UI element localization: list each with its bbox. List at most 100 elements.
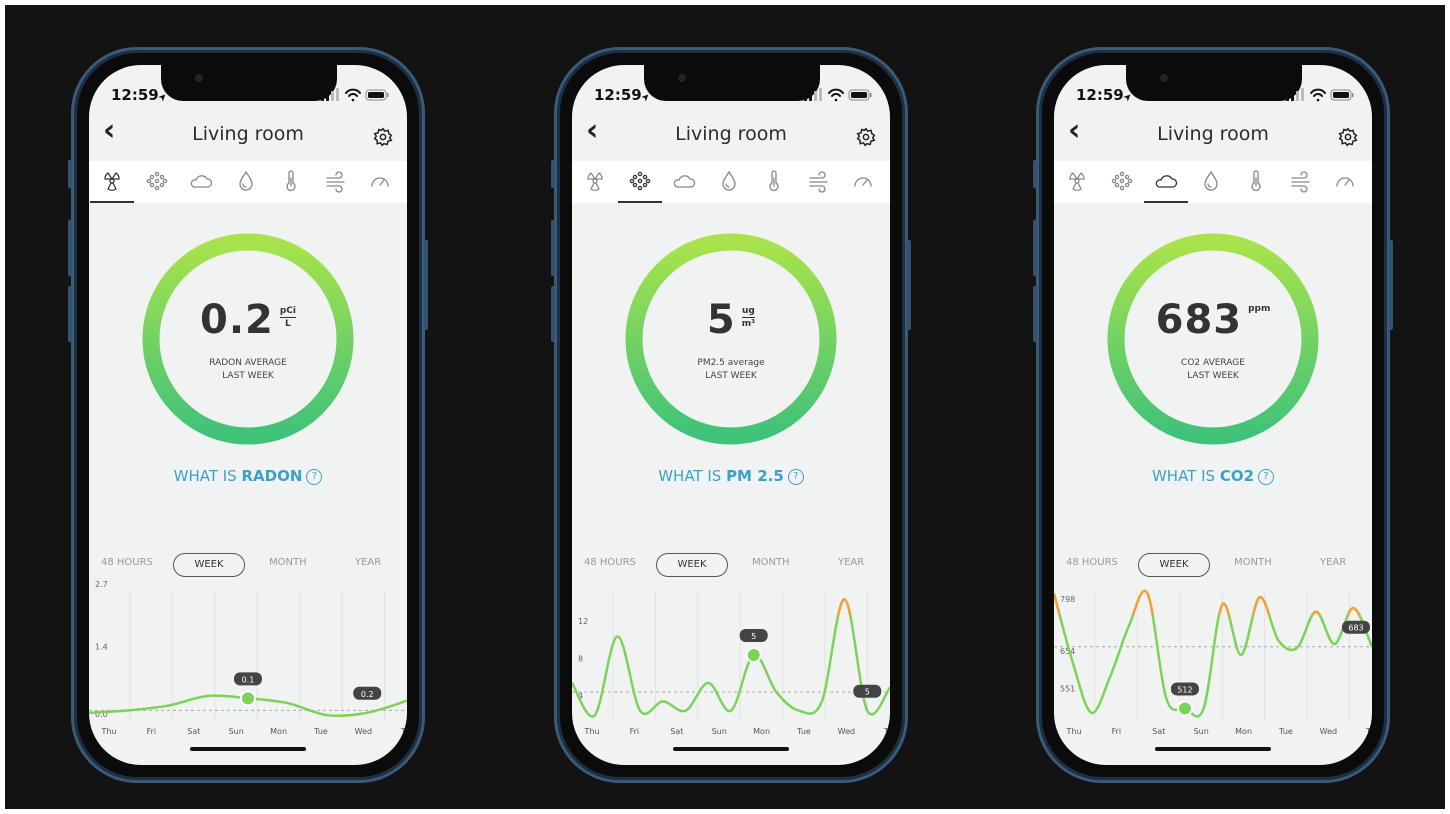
period-48-hours[interactable]: 48 HOURS	[584, 557, 636, 568]
tab-radon[interactable]	[1055, 161, 1099, 201]
average-label: PM2.5 average LAST WEEK	[624, 357, 838, 383]
silent-switch	[68, 160, 72, 188]
cloud-icon	[674, 175, 696, 188]
unit-denominator: L	[285, 319, 291, 329]
what-is-link[interactable]: WHAT IS CO2?	[1054, 467, 1372, 485]
silent-switch	[1033, 160, 1037, 188]
status-time: 12:59 ➤	[594, 86, 653, 105]
period-48-hours[interactable]: 48 HOURS	[1066, 557, 1118, 568]
selected-point[interactable]	[747, 649, 760, 661]
value-badge-text: 5	[751, 632, 756, 641]
phone-pm25: 12:59 ➤ ‹ Living room 5 ug m³ PM2.5 average LAS…	[551, 47, 911, 783]
selected-point[interactable]	[242, 692, 254, 705]
tab-radon[interactable]	[90, 161, 134, 203]
average-label-line1: CO2 AVERAGE	[1181, 358, 1245, 368]
value-badge-text: 0.2	[361, 690, 374, 699]
x-tick-label: Sun	[1194, 727, 1209, 736]
settings-gear-icon[interactable]	[856, 127, 876, 147]
what-is-link[interactable]: WHAT IS PM 2.5?	[572, 467, 890, 485]
tab-wind[interactable]	[314, 161, 358, 201]
phone-radon: 12:59 ➤ ‹ Living room 0.2 pCi L RADON AVERAGE L…	[68, 47, 428, 783]
humidity-drop-icon	[722, 170, 736, 191]
signal-icon	[321, 88, 339, 101]
value-badge-text: 5	[865, 688, 870, 697]
battery-icon	[848, 89, 872, 101]
period-48-hours[interactable]: 48 HOURS	[101, 557, 153, 568]
tab-pm[interactable]	[135, 161, 179, 201]
period-week[interactable]: WEEK	[656, 553, 728, 577]
wind-icon	[325, 171, 345, 193]
background: 12:59 ➤ ‹ Living room 0.2 pCi L RADON AVERAGE L…	[5, 5, 1445, 809]
tab-pm[interactable]	[617, 161, 662, 203]
x-tick-label: Thu	[100, 727, 116, 736]
radon-icon	[1069, 172, 1085, 191]
home-indicator[interactable]	[673, 747, 789, 751]
what-is-prefix: WHAT IS	[173, 467, 242, 485]
average-value: 0.2 pCi L	[141, 297, 355, 343]
tab-cloud[interactable]	[1144, 161, 1189, 203]
signal-icon	[804, 88, 822, 101]
page-title: Living room	[192, 123, 304, 145]
tab-wind[interactable]	[1279, 161, 1323, 201]
tab-thermometer[interactable]	[752, 161, 796, 201]
silent-switch	[551, 160, 555, 188]
x-tick-label: Wed	[1320, 727, 1337, 736]
tab-humidity-drop[interactable]	[224, 161, 268, 201]
tab-humidity-drop[interactable]	[1189, 161, 1233, 201]
period-year[interactable]: YEAR	[1320, 557, 1346, 568]
home-indicator[interactable]	[1155, 747, 1271, 751]
settings-gear-icon[interactable]	[1338, 127, 1358, 147]
camera	[678, 74, 686, 82]
tab-thermometer[interactable]	[1234, 161, 1278, 201]
period-month[interactable]: MONTH	[1234, 557, 1272, 568]
tab-gauge[interactable]	[358, 161, 402, 201]
unit-numerator: pCi	[279, 306, 296, 318]
y-tick-label: 551	[1060, 684, 1075, 693]
tab-cloud[interactable]	[179, 161, 223, 201]
period-year[interactable]: YEAR	[838, 557, 864, 568]
gauge-icon	[371, 177, 389, 187]
status-icons	[1284, 87, 1354, 103]
period-selector: 48 HOURS WEEK MONTH YEAR	[1054, 553, 1372, 577]
tab-humidity-drop[interactable]	[707, 161, 751, 201]
wifi-icon	[1310, 88, 1326, 102]
tab-thermometer[interactable]	[269, 161, 313, 201]
tab-radon[interactable]	[573, 161, 617, 201]
period-week[interactable]: WEEK	[1138, 553, 1210, 577]
tab-gauge[interactable]	[1323, 161, 1367, 201]
tab-gauge[interactable]	[841, 161, 885, 201]
page-title: Living room	[675, 123, 787, 145]
x-tick-label: Tue	[796, 727, 811, 736]
x-tick-label: Tue	[1278, 727, 1293, 736]
tab-wind[interactable]	[797, 161, 841, 201]
x-tick-label: Sun	[712, 727, 727, 736]
x-tick-label: Th	[1365, 727, 1372, 736]
power-button	[1389, 240, 1393, 330]
x-tick-label: Tue	[313, 727, 328, 736]
period-selector: 48 HOURS WEEK MONTH YEAR	[572, 553, 890, 577]
what-is-link[interactable]: WHAT IS RADON?	[89, 467, 407, 485]
average-label-line1: PM2.5 average	[697, 358, 765, 368]
y-tick-label: 2.7	[95, 580, 108, 589]
x-tick-label: Thu	[583, 727, 599, 736]
x-tick-label: Fri	[630, 727, 640, 736]
home-indicator[interactable]	[190, 747, 306, 751]
y-tick-label: 1.4	[95, 643, 108, 652]
period-month[interactable]: MONTH	[269, 557, 307, 568]
radon-icon	[104, 172, 120, 191]
average-unit: ug m³	[741, 305, 756, 330]
period-year[interactable]: YEAR	[355, 557, 381, 568]
volume-up-button	[68, 220, 72, 276]
settings-gear-icon[interactable]	[373, 127, 393, 147]
volume-down-button	[551, 286, 555, 342]
battery-icon	[1330, 89, 1354, 101]
tab-cloud[interactable]	[662, 161, 706, 201]
average-number: 683	[1155, 297, 1243, 343]
selected-point[interactable]	[1178, 702, 1191, 715]
period-month[interactable]: MONTH	[752, 557, 790, 568]
period-week[interactable]: WEEK	[173, 553, 245, 577]
screen: 12:59 ➤ ‹ Living room 683 ppm CO2 AVERAGE LAST…	[1054, 65, 1372, 765]
page-title: Living room	[1157, 123, 1269, 145]
tab-pm[interactable]	[1100, 161, 1144, 201]
average-number: 0.2	[200, 297, 274, 343]
